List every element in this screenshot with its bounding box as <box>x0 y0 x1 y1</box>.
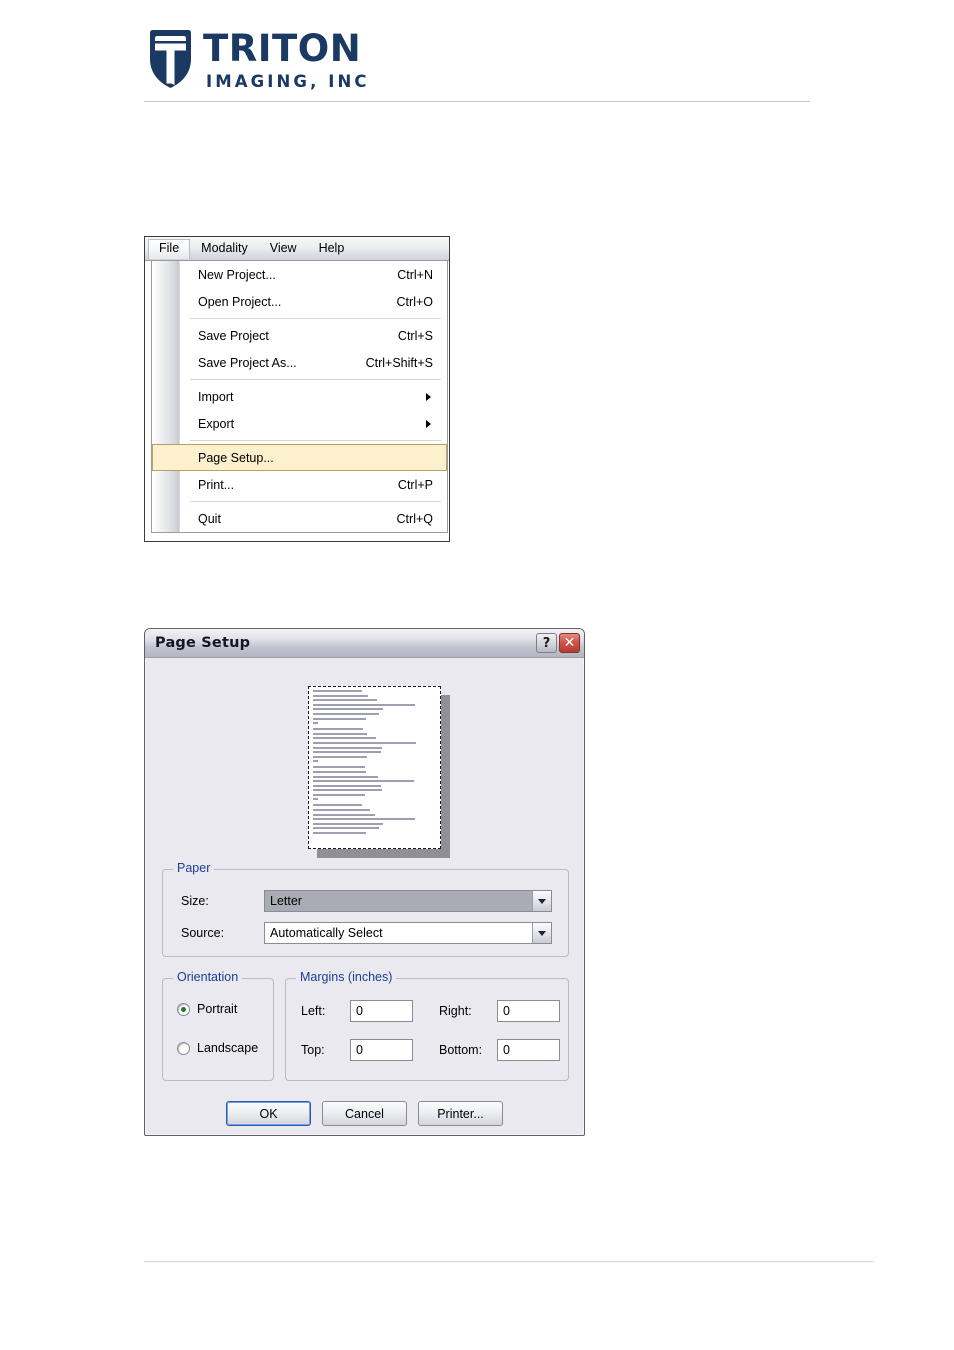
brand-tagline: IMAGING, INC <box>206 72 370 91</box>
margin-top-row: Top: 0 <box>301 1039 413 1061</box>
margins-group-label: Margins (inches) <box>296 971 397 984</box>
orientation-group-label: Orientation <box>173 971 243 984</box>
menubar-item-modality[interactable]: Modality <box>190 239 259 259</box>
page-setup-dialog: Page Setup ? ✕ Paper Size: Letter Source… <box>144 628 585 1136</box>
paper-source-label: Source: <box>181 926 225 940</box>
orientation-option-landscape[interactable]: Landscape <box>177 1041 258 1055</box>
chevron-down-icon[interactable] <box>532 891 551 911</box>
menu-separator <box>152 498 447 505</box>
paper-groupbox: Paper Size: Letter Source: Automatically… <box>162 862 569 957</box>
margin-left-row: Left: 0 <box>301 1000 413 1022</box>
menu-separator <box>152 315 447 322</box>
menu-item-open-project[interactable]: Open Project... Ctrl+O <box>152 288 447 315</box>
orientation-option-portrait[interactable]: Portrait <box>177 1002 237 1016</box>
paper-size-combobox[interactable]: Letter <box>264 890 552 912</box>
menu-item-label: Save Project <box>198 328 269 343</box>
menu-item-shortcut: Ctrl+P <box>397 477 433 492</box>
menu-item-label: Import <box>198 389 234 404</box>
menu-item-export[interactable]: Export <box>152 410 447 437</box>
menu-item-label: Page Setup... <box>198 450 274 465</box>
menu-item-label: New Project... <box>198 267 276 282</box>
brand-name: TRITON <box>203 27 362 70</box>
margin-right-row: Right: 0 <box>439 1000 560 1022</box>
menu-item-label: Print... <box>198 477 235 492</box>
orientation-option-label: Portrait <box>197 1002 238 1016</box>
menu-separator <box>152 376 447 383</box>
paper-source-value: Automatically Select <box>270 925 383 940</box>
paper-source-row: Source: Automatically Select <box>181 922 552 944</box>
menu-item-shortcut: Ctrl+N <box>397 267 433 282</box>
file-dropdown-menu: New Project... Ctrl+N Open Project... Ct… <box>151 261 448 533</box>
margin-top-label: Top: <box>301 1043 325 1057</box>
file-menu-screenshot: File Modality View Help New Project... C… <box>144 236 450 542</box>
margin-left-input[interactable]: 0 <box>350 1000 413 1022</box>
paper-size-label: Size: <box>181 894 209 908</box>
margin-top-input[interactable]: 0 <box>350 1039 413 1061</box>
margin-left-label: Left: <box>301 1004 326 1018</box>
menubar-item-view[interactable]: View <box>259 239 308 259</box>
chevron-down-icon[interactable] <box>532 923 551 943</box>
paper-size-value: Letter <box>270 893 302 908</box>
paper-size-row: Size: Letter <box>181 890 552 912</box>
menu-item-label: Export <box>198 416 235 431</box>
margins-groupbox: Margins (inches) Left: 0 Right: 0 Top: 0… <box>285 971 569 1081</box>
menu-item-label: Quit <box>198 511 221 526</box>
cancel-button[interactable]: Cancel <box>322 1101 407 1126</box>
titlebar-buttons: ? ✕ <box>536 633 580 653</box>
dialog-titlebar[interactable]: Page Setup ? ✕ <box>145 629 584 658</box>
close-icon[interactable]: ✕ <box>559 633 580 653</box>
submenu-arrow-icon <box>426 392 431 401</box>
orientation-option-label: Landscape <box>197 1041 259 1055</box>
ok-button[interactable]: OK <box>226 1101 311 1126</box>
menu-item-shortcut: Ctrl+O <box>396 294 433 309</box>
menu-separator <box>152 437 447 444</box>
menu-item-label: Open Project... <box>198 294 282 309</box>
margin-right-label: Right: <box>439 1004 472 1018</box>
margin-bottom-input[interactable]: 0 <box>497 1039 560 1061</box>
dialog-button-row: OK Cancel Printer... <box>145 1101 584 1126</box>
margin-bottom-row: Bottom: 0 <box>439 1039 560 1061</box>
document-header: TRITON IMAGING, INC <box>0 0 954 110</box>
triton-shield-icon <box>147 29 194 89</box>
menu-item-save-project[interactable]: Save Project Ctrl+S <box>152 322 447 349</box>
radio-selected-icon[interactable] <box>177 1002 190 1016</box>
submenu-arrow-icon <box>426 419 431 428</box>
margin-bottom-label: Bottom: <box>439 1043 483 1057</box>
menu-item-save-project-as[interactable]: Save Project As... Ctrl+Shift+S <box>152 349 447 376</box>
menu-item-import[interactable]: Import <box>152 383 447 410</box>
logo-wordmark: TRITON IMAGING, INC <box>203 30 370 91</box>
menu-item-shortcut: Ctrl+Q <box>396 511 433 526</box>
menu-item-print[interactable]: Print... Ctrl+P <box>152 471 447 498</box>
menu-item-label: Save Project As... <box>198 355 297 370</box>
menu-item-new-project[interactable]: New Project... Ctrl+N <box>152 261 447 288</box>
menubar-item-file[interactable]: File <box>148 239 191 259</box>
margin-right-input[interactable]: 0 <box>497 1000 560 1022</box>
header-divider <box>144 101 810 102</box>
help-icon[interactable]: ? <box>536 633 557 653</box>
page-preview-area <box>145 658 584 858</box>
preview-text-block <box>313 728 436 763</box>
paper-group-label: Paper <box>173 862 215 875</box>
radio-unselected-icon[interactable] <box>177 1041 190 1055</box>
menu-item-shortcut: Ctrl+Shift+S <box>365 355 433 370</box>
printer-button[interactable]: Printer... <box>418 1101 503 1126</box>
page-preview-thumbnail <box>308 686 441 849</box>
preview-text-block <box>313 766 436 801</box>
menu-item-quit[interactable]: Quit Ctrl+Q <box>152 505 447 532</box>
menu-item-shortcut: Ctrl+S <box>397 328 433 343</box>
menubar-item-help[interactable]: Help <box>308 239 356 259</box>
preview-text-block <box>313 690 436 725</box>
triton-logo: TRITON IMAGING, INC <box>147 28 370 91</box>
paper-source-combobox[interactable]: Automatically Select <box>264 922 552 944</box>
dialog-body: Paper Size: Letter Source: Automatically… <box>145 658 584 1135</box>
preview-text-block <box>313 804 436 835</box>
footer-divider <box>144 1261 874 1262</box>
menu-bar: File Modality View Help <box>145 237 449 261</box>
dialog-title: Page Setup <box>155 635 251 651</box>
menu-item-page-setup[interactable]: Page Setup... <box>152 444 447 471</box>
orientation-groupbox: Orientation Portrait Landscape <box>162 971 274 1081</box>
